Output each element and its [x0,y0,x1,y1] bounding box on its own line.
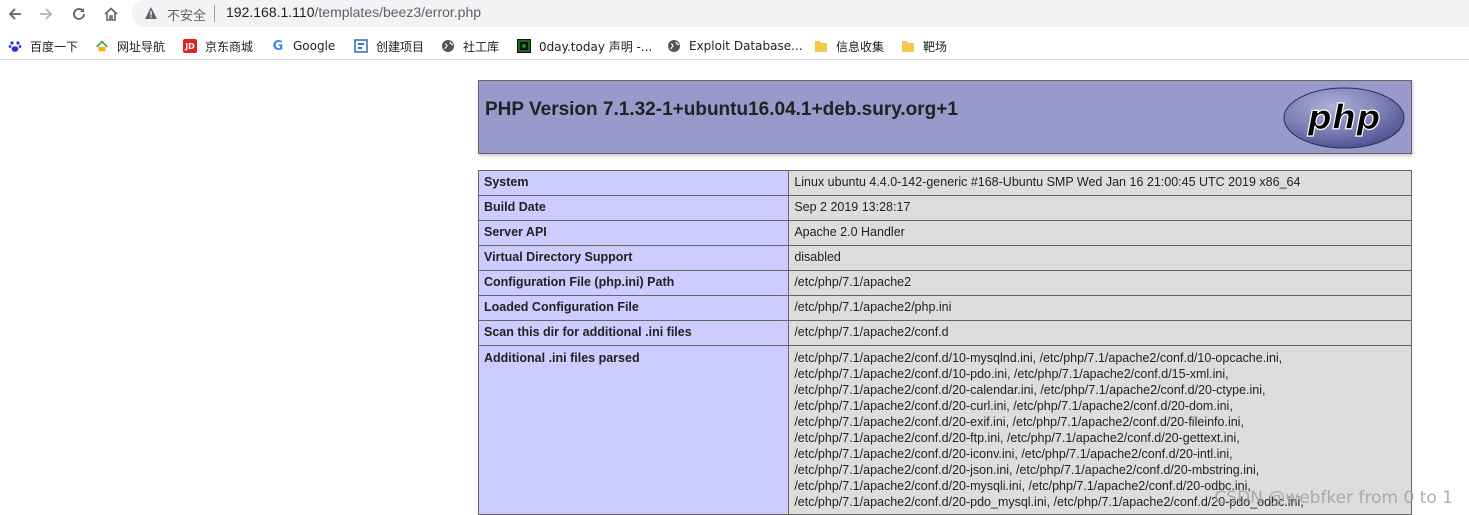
bookmark-label: 创建项目 [376,39,425,54]
bookmarks-bar: 百度一下 网址导航 JD 京东商城 G Google 创建项目 社工库 0day… [0,32,1469,60]
bookmark-baidu[interactable]: 百度一下 [8,36,78,56]
config-key: Scan this dir for additional .ini files [477,320,790,346]
bookmark-sheku[interactable]: 社工库 [441,36,499,56]
address-bar-row: 不安全 192.168.1.110/templates/beez3/error.… [0,0,1469,28]
bookmark-exploit-db[interactable]: Exploit Database... [667,36,803,56]
google-icon: G [272,38,284,54]
bookmark-label: 信息收集 [836,39,885,54]
table-row: Scan this dir for additional .ini files /… [477,320,1412,346]
bookmark-label: 网址导航 [117,39,166,54]
url-path: /templates/beez3/error.php [314,4,482,20]
config-key: Virtual Directory Support [477,245,790,271]
insecure-label[interactable]: 不安全 [167,5,206,24]
table-row: Server API Apache 2.0 Handler [477,220,1412,246]
config-value: /etc/php/7.1/apache2 [788,270,1412,296]
folder-icon [901,39,915,53]
bookmark-label: 百度一下 [30,39,79,54]
arrow-right-icon [40,8,53,20]
bookmark-label: 靶场 [923,39,948,54]
home-icon [104,7,118,21]
config-key: Server API [477,220,790,246]
home-button[interactable] [100,3,122,25]
omnibox[interactable]: 不安全 192.168.1.110/templates/beez3/error.… [132,0,1469,27]
bookmark-label: 京东商城 [205,39,254,54]
globe-icon [667,39,681,53]
reload-icon [73,8,85,20]
baidu-paw-icon [8,39,22,53]
php-config-table: System Linux ubuntu 4.4.0-142-generic #16… [477,170,1412,515]
php-logo-icon[interactable]: php [1283,87,1405,149]
ini-file-line: /etc/php/7.1/apache2/conf.d/10-mysqlnd.i… [794,351,1283,365]
bookmark-google[interactable]: G Google [271,36,336,56]
bookmark-create-project[interactable]: 创建项目 [354,36,424,56]
url-host: 192.168.1.110 [226,4,315,20]
folder-icon [814,39,828,53]
jd-icon: JD [183,39,197,53]
config-key: System [477,170,790,196]
config-key: Loaded Configuration File [477,295,790,321]
ini-file-line: /etc/php/7.1/apache2/conf.d/20-iconv.ini… [794,447,1233,461]
url-text[interactable]: 192.168.1.110/templates/beez3/error.php [226,4,481,20]
ini-file-line: /etc/php/7.1/apache2/conf.d/20-ftp.ini, … [794,431,1240,445]
config-key: Build Date [477,195,790,221]
arrow-left-icon [8,8,21,20]
config-key: Configuration File (php.ini) Path [477,270,790,296]
globe-icon [441,39,455,53]
table-row: Build Date Sep 2 2019 13:28:17 [477,195,1412,221]
bookmark-jd[interactable]: JD 京东商城 [183,36,253,56]
config-value: Apache 2.0 Handler [788,220,1412,246]
bookmark-0day[interactable]: 0day.today 声明 -... [517,36,652,56]
table-row: Configuration File (php.ini) Path/etc/ph… [477,270,1412,296]
bookmark-label: 社工库 [463,39,500,54]
ini-file-line: /etc/php/7.1/apache2/conf.d/20-calendar.… [794,383,1266,397]
table-row: Loaded Configuration File/etc/php/7.1/ap… [477,295,1412,321]
table-row: Virtual Directory Support disabled [477,245,1412,271]
warning-icon[interactable] [144,6,158,20]
config-value: /etc/php/7.1/apache2/php.ini [788,295,1412,321]
table-row: System Linux ubuntu 4.4.0-142-generic #16… [477,170,1412,196]
project-icon [354,39,368,53]
php-version-header: PHP Version 7.1.32-1+ubuntu16.04.1+deb.s… [478,80,1412,154]
bookmark-label: Google [293,39,336,53]
config-key: Additional .ini files parsed [477,345,790,515]
forward-button[interactable] [35,3,57,25]
ini-file-line: /etc/php/7.1/apache2/conf.d/20-exif.ini,… [794,415,1244,429]
php-version-title: PHP Version 7.1.32-1+ubuntu16.04.1+deb.s… [485,99,958,120]
bookmark-folder-info[interactable]: 信息收集 [814,36,884,56]
watermark: CSDN @webfker from 0 to 1 [1214,488,1453,508]
0day-icon [517,39,531,53]
omnibox-divider [214,5,215,22]
bookmark-label: 0day.today 声明 -... [539,39,653,54]
bookmark-folder-range[interactable]: 靶场 [901,36,947,56]
hao-nav-icon [95,39,109,53]
ini-file-line: /etc/php/7.1/apache2/conf.d/20-curl.ini,… [794,399,1233,413]
config-value: Linux ubuntu 4.4.0-142-generic #168-Ubun… [788,170,1412,196]
ini-file-line: /etc/php/7.1/apache2/conf.d/20-json.ini,… [794,463,1260,477]
config-value: /etc/php/7.1/apache2/conf.d [788,320,1412,346]
bookmark-label: Exploit Database... [689,39,803,53]
back-button[interactable] [4,3,26,25]
bookmark-hao-nav[interactable]: 网址导航 [95,36,165,56]
php-logo-text: php [1307,98,1381,138]
ini-file-line: /etc/php/7.1/apache2/conf.d/10-pdo.ini, … [794,367,1229,381]
reload-button[interactable] [68,3,90,25]
config-value: disabled [788,245,1412,271]
config-value: Sep 2 2019 13:28:17 [788,195,1412,221]
